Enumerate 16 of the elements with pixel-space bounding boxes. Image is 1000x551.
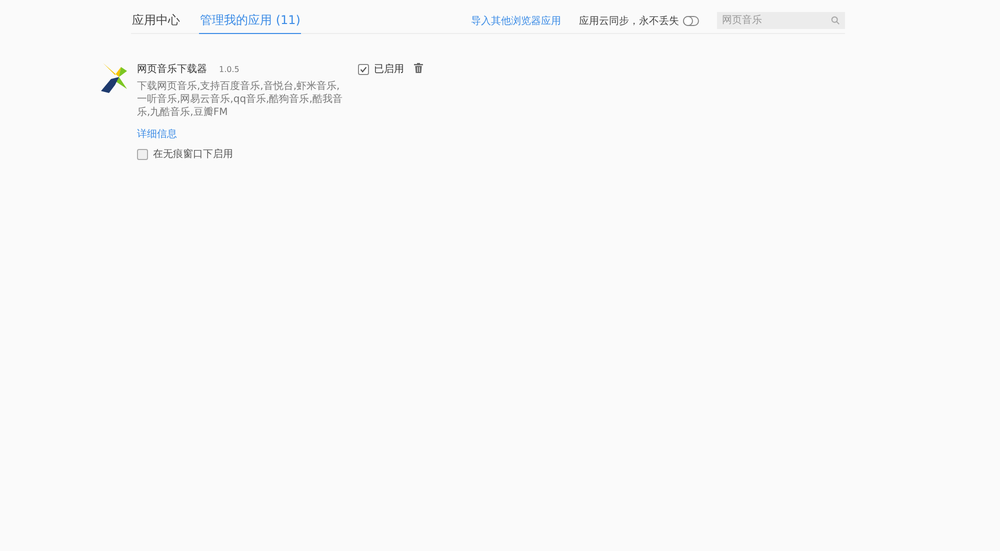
tab[interactable]: 管理我的应用 (11) — [199, 8, 302, 34]
trash-icon[interactable] — [414, 63, 423, 73]
details-link[interactable]: 详细信息 — [137, 127, 177, 141]
import-link[interactable]: 导入其他浏览器应用 — [471, 14, 561, 28]
tab[interactable]: 应用中心 — [131, 8, 181, 34]
app-name: 网页音乐下载器 — [137, 62, 207, 76]
incognito-checkbox[interactable] — [137, 148, 148, 160]
sync-toggle[interactable] — [683, 16, 699, 26]
sync-label: 应用云同步，永不丢失 — [579, 14, 679, 28]
enabled-checkbox[interactable] — [358, 64, 369, 74]
enabled-label: 已启用 — [374, 62, 404, 76]
app-description: 下载网页音乐,支持百度音乐,音悦台,虾米音乐,一听音乐,网易云音乐,qq音乐,酷狗音乐,酷我音乐,九酷音乐,豆瓣FM — [137, 80, 344, 119]
search-icon — [831, 16, 840, 25]
incognito-label: 在无痕窗口下启用 — [153, 148, 233, 161]
app-version: 1.0.5 — [219, 65, 240, 74]
search-field[interactable]: 网页音乐 — [717, 12, 845, 29]
